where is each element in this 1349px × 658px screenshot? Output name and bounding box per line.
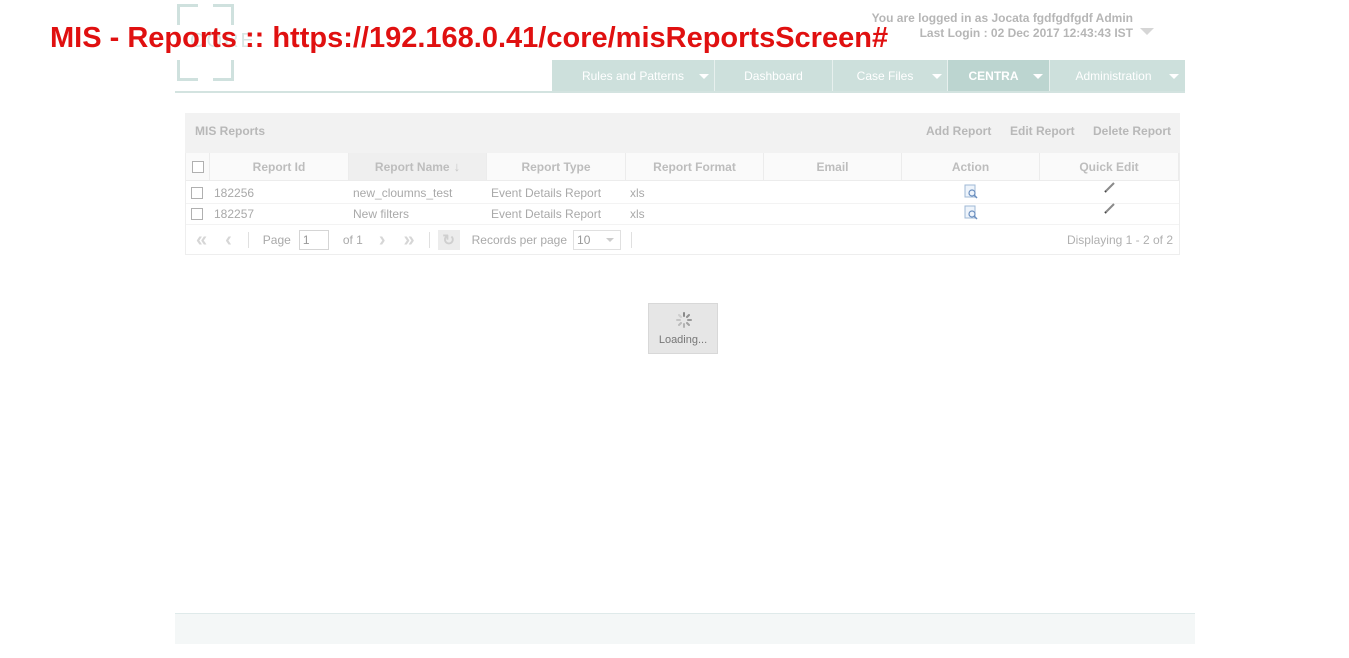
sort-down-arrow-icon: ↓	[453, 159, 461, 174]
nav-case-files[interactable]: Case Files	[833, 60, 948, 92]
chevron-down-icon	[606, 238, 615, 242]
logo-corner-bl	[177, 60, 198, 81]
report-format-cell: xls	[630, 206, 645, 221]
table-row[interactable]: 182256 new_cloumns_test Event Details Re…	[186, 182, 1179, 204]
pager-separator	[428, 232, 430, 248]
nav-label: Dashboard	[744, 69, 803, 83]
nav-rules-and-patterns[interactable]: Rules and Patterns	[552, 60, 715, 92]
table-row[interactable]: 182257 New filters Event Details Report …	[186, 203, 1179, 225]
row-checkbox[interactable]	[191, 186, 203, 199]
action-cell	[902, 205, 1040, 223]
column-label: Email	[816, 159, 849, 174]
column-header-email[interactable]: Email	[764, 153, 902, 180]
view-report-icon[interactable]	[964, 205, 978, 220]
row-select-cell	[186, 186, 210, 199]
pencil-icon[interactable]	[1103, 202, 1116, 214]
quick-edit-cell	[1040, 203, 1179, 221]
loading-text: Loading...	[658, 334, 708, 346]
nav-administration[interactable]: Administration	[1050, 60, 1185, 92]
report-id-cell: 182256	[214, 185, 255, 200]
report-type-cell: Event Details Report	[491, 185, 602, 200]
action-cell	[902, 184, 1040, 202]
next-page-icon[interactable]: ›	[379, 229, 386, 252]
nav-label: Administration	[1075, 69, 1152, 83]
loading-indicator: Loading...	[648, 303, 718, 354]
report-name-cell: new_cloumns_test	[353, 185, 453, 200]
select-all-cell	[186, 153, 210, 180]
user-menu-caret-icon[interactable]	[1140, 28, 1154, 35]
chevron-down-icon[interactable]	[1033, 73, 1043, 79]
column-header-report-name[interactable]: Report Name ↓	[349, 153, 487, 180]
records-per-page-select[interactable]: 10	[573, 230, 622, 250]
overlay-caption: MIS - Reports :: https://192.168.0.41/co…	[50, 22, 889, 54]
records-per-page-value: 10	[577, 233, 591, 247]
nav-label: CENTRA	[968, 69, 1019, 83]
column-label: Report Id	[252, 159, 306, 174]
report-type-cell: Event Details Report	[491, 206, 602, 221]
prev-page-icon[interactable]: ‹	[225, 229, 232, 252]
nav-label: Case Files	[856, 69, 914, 83]
nav-dashboard[interactable]: Dashboard	[715, 60, 833, 92]
records-per-page-label: Records per page	[471, 233, 568, 247]
column-header-action[interactable]: Action	[902, 153, 1040, 180]
row-checkbox[interactable]	[191, 207, 203, 220]
pager-separator	[631, 232, 633, 248]
column-label: Report Type	[521, 159, 591, 174]
column-label: Quick Edit	[1079, 159, 1139, 174]
footer-bar	[175, 613, 1195, 644]
row-select-cell	[186, 207, 210, 220]
panel-title: MIS Reports	[195, 124, 266, 138]
chevron-down-icon[interactable]	[699, 73, 709, 79]
page-count-label: of 1	[342, 233, 363, 247]
chevron-down-icon[interactable]	[1169, 73, 1179, 79]
page-label: Page	[262, 233, 291, 247]
displaying-count: Displaying 1 - 2 of 2	[1066, 233, 1173, 247]
add-report-button[interactable]: Add Report	[926, 124, 991, 138]
column-header-report-type[interactable]: Report Type	[487, 153, 626, 180]
edit-report-button[interactable]: Edit Report	[1010, 124, 1075, 138]
column-label: Report Name	[374, 159, 450, 174]
nav-label: Rules and Patterns	[581, 69, 685, 83]
view-report-icon[interactable]	[964, 184, 978, 199]
main-nav: Rules and Patterns Dashboard Case Files …	[552, 60, 1185, 92]
report-format-cell: xls	[630, 185, 645, 200]
table-header: Report Id Report Name ↓ Report Type Repo…	[186, 153, 1179, 181]
nav-centra[interactable]: CENTRA	[948, 60, 1050, 92]
spinner-icon	[676, 312, 692, 328]
pagination-bar: « ‹ Page of 1 › » ↻ Records per page 10 …	[186, 226, 1179, 254]
select-all-checkbox[interactable]	[191, 160, 204, 173]
column-header-report-id[interactable]: Report Id	[210, 153, 349, 180]
page-number-input[interactable]	[298, 230, 329, 250]
column-header-quick-edit[interactable]: Quick Edit	[1040, 153, 1179, 180]
report-name-cell: New filters	[353, 206, 410, 221]
column-label: Action	[951, 159, 990, 174]
first-page-icon[interactable]: «	[196, 229, 207, 252]
quick-edit-cell	[1040, 182, 1179, 200]
pencil-icon[interactable]	[1103, 181, 1116, 193]
pager-separator	[247, 232, 249, 248]
delete-report-button[interactable]: Delete Report	[1093, 124, 1171, 138]
report-id-cell: 182257	[214, 206, 255, 221]
refresh-icon[interactable]: ↻	[437, 230, 460, 250]
header-divider	[175, 91, 1185, 93]
last-page-icon[interactable]: »	[404, 229, 415, 252]
column-header-report-format[interactable]: Report Format	[626, 153, 764, 180]
chevron-down-icon[interactable]	[932, 73, 942, 79]
column-label: Report Format	[653, 159, 736, 174]
logo-corner-br	[213, 60, 234, 81]
